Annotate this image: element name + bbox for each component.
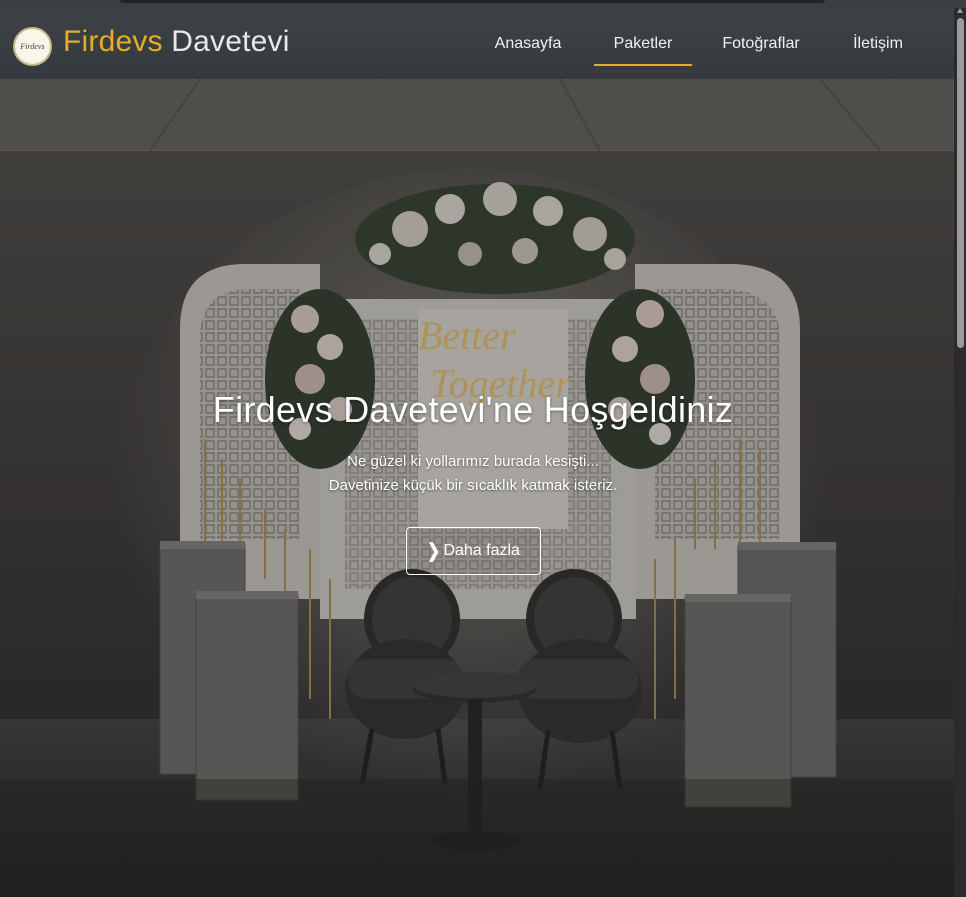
brand-name[interactable]: Firdevs Davetevi (63, 25, 290, 59)
navbar: Firdevs Firdevs Davetevi Anasayfa Paketl… (0, 8, 954, 79)
chevron-right-icon: ❯ (427, 541, 441, 562)
more-button[interactable]: ❯ Daha fazla (406, 527, 541, 575)
scrollbar[interactable] (954, 8, 966, 897)
logo-text: Firdevs (20, 42, 45, 51)
nav-links: Anasayfa Paketler Fotoğraflar İletişim (472, 8, 926, 79)
brand-logo[interactable]: Firdevs (13, 27, 52, 66)
hero-section: Better Together Firdevs Davetevi'ne Hoşg… (0, 79, 954, 897)
hero-subtitle-line1: Ne güzel ki yollarımız burada kesişti... (347, 453, 599, 470)
brand-name-part1: Firdevs (63, 25, 163, 58)
nav-link-paketler[interactable]: Paketler (594, 8, 692, 79)
hero-title: Firdevs Davetevi'ne Hoşgeldiniz (212, 389, 734, 430)
more-button-label: Daha fazla (443, 542, 520, 559)
nav-link-anasayfa[interactable]: Anasayfa (472, 8, 584, 79)
hero-subtitle-line2: Davetinize küçük bir sıcaklık katmak ist… (328, 477, 618, 494)
brand-name-part2: Davetevi (171, 25, 290, 58)
nav-link-fotograflar[interactable]: Fotoğraflar (692, 8, 830, 79)
nav-link-iletisim[interactable]: İletişim (830, 8, 926, 79)
scroll-up-arrow-icon[interactable] (957, 8, 963, 13)
scrollbar-thumb[interactable] (957, 18, 964, 348)
tab-bar-edge (120, 0, 825, 3)
